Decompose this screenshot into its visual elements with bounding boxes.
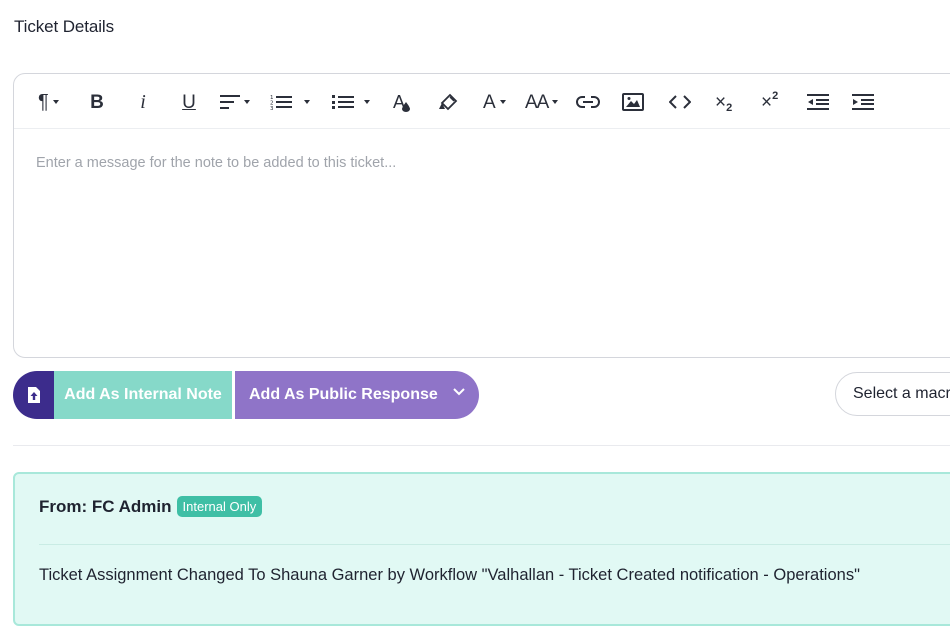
insert-image-button[interactable] [622, 88, 644, 116]
code-icon [669, 95, 691, 109]
highlighter-icon [439, 93, 458, 111]
indent-button[interactable] [852, 88, 874, 116]
macro-select[interactable]: Select a macro [835, 372, 950, 416]
outdent-icon [807, 94, 829, 110]
underline-button[interactable]: U [179, 88, 199, 116]
image-icon [622, 93, 644, 111]
subscript-digit: 2 [726, 102, 733, 114]
indent-icon [852, 94, 874, 110]
paragraph-format-button[interactable]: ¶ [38, 88, 59, 116]
italic-icon: i [140, 91, 146, 113]
underline-icon: U [182, 91, 196, 113]
message-placeholder: Enter a message for the note to be added… [36, 155, 397, 171]
svg-text:3: 3 [270, 106, 274, 110]
subscript-icon: × [715, 91, 727, 113]
public-response-label: Add As Public Response [249, 386, 438, 403]
bold-icon: B [90, 91, 104, 113]
chevron-down-icon [52, 100, 59, 104]
align-left-icon [220, 95, 240, 109]
ordered-list-button[interactable]: 123 [270, 88, 310, 116]
editor-toolbar: ¶ B i U 123 A A AA × 2 × 2 [14, 74, 950, 129]
font-family-button[interactable]: A [483, 88, 506, 116]
italic-button[interactable]: i [136, 88, 150, 116]
font-size-button[interactable]: AA [525, 88, 559, 116]
paragraph-icon: ¶ [38, 91, 49, 113]
add-internal-note-button[interactable]: Add As Internal Note [54, 371, 235, 419]
font-family-icon: A [483, 91, 496, 113]
note-divider [39, 544, 950, 545]
chevron-down-icon[interactable] [453, 388, 465, 396]
superscript-icon: × [761, 91, 773, 113]
chevron-down-icon [364, 100, 370, 104]
chevron-down-icon [244, 100, 250, 104]
insert-link-button[interactable] [576, 88, 600, 116]
ink-drop-icon [402, 102, 411, 112]
note-author: From: FC Admin [39, 496, 172, 516]
outdent-button[interactable] [807, 88, 829, 116]
file-upload-icon [27, 387, 40, 403]
note-editor[interactable]: ¶ B i U 123 A A AA × 2 × 2 Enter a messa… [13, 73, 950, 358]
chevron-down-icon [499, 100, 506, 104]
superscript-button[interactable]: × 2 [761, 88, 778, 116]
bullet-list-icon [332, 95, 354, 109]
code-view-button[interactable] [669, 88, 691, 116]
note-body: Ticket Assignment Changed To Shauna Garn… [39, 566, 860, 584]
divider [13, 445, 950, 446]
superscript-digit: 2 [772, 90, 779, 102]
align-button[interactable] [220, 88, 250, 116]
message-textarea[interactable]: Enter a message for the note to be added… [14, 130, 950, 357]
add-attachment-button[interactable] [13, 371, 54, 419]
page-title: Ticket Details [14, 17, 114, 36]
note-card: From: FC Admin Internal Only Ticket Assi… [13, 472, 950, 626]
ordered-list-icon: 123 [270, 95, 292, 110]
chevron-down-icon [552, 100, 559, 104]
unordered-list-button[interactable] [332, 88, 370, 116]
bold-button[interactable]: B [89, 88, 105, 116]
add-public-response-button[interactable]: Add As Public Response [235, 371, 479, 419]
link-icon [576, 96, 600, 108]
font-color-button[interactable]: A [393, 88, 411, 116]
note-actions: Add As Internal Note Add As Public Respo… [13, 371, 479, 419]
font-size-icon: AA [525, 91, 549, 113]
chevron-down-icon [304, 100, 310, 104]
subscript-button[interactable]: × 2 [715, 88, 732, 116]
internal-only-badge: Internal Only [176, 496, 263, 517]
highlight-button[interactable] [438, 88, 458, 116]
note-header: From: FC Admin Internal Only [39, 496, 263, 517]
